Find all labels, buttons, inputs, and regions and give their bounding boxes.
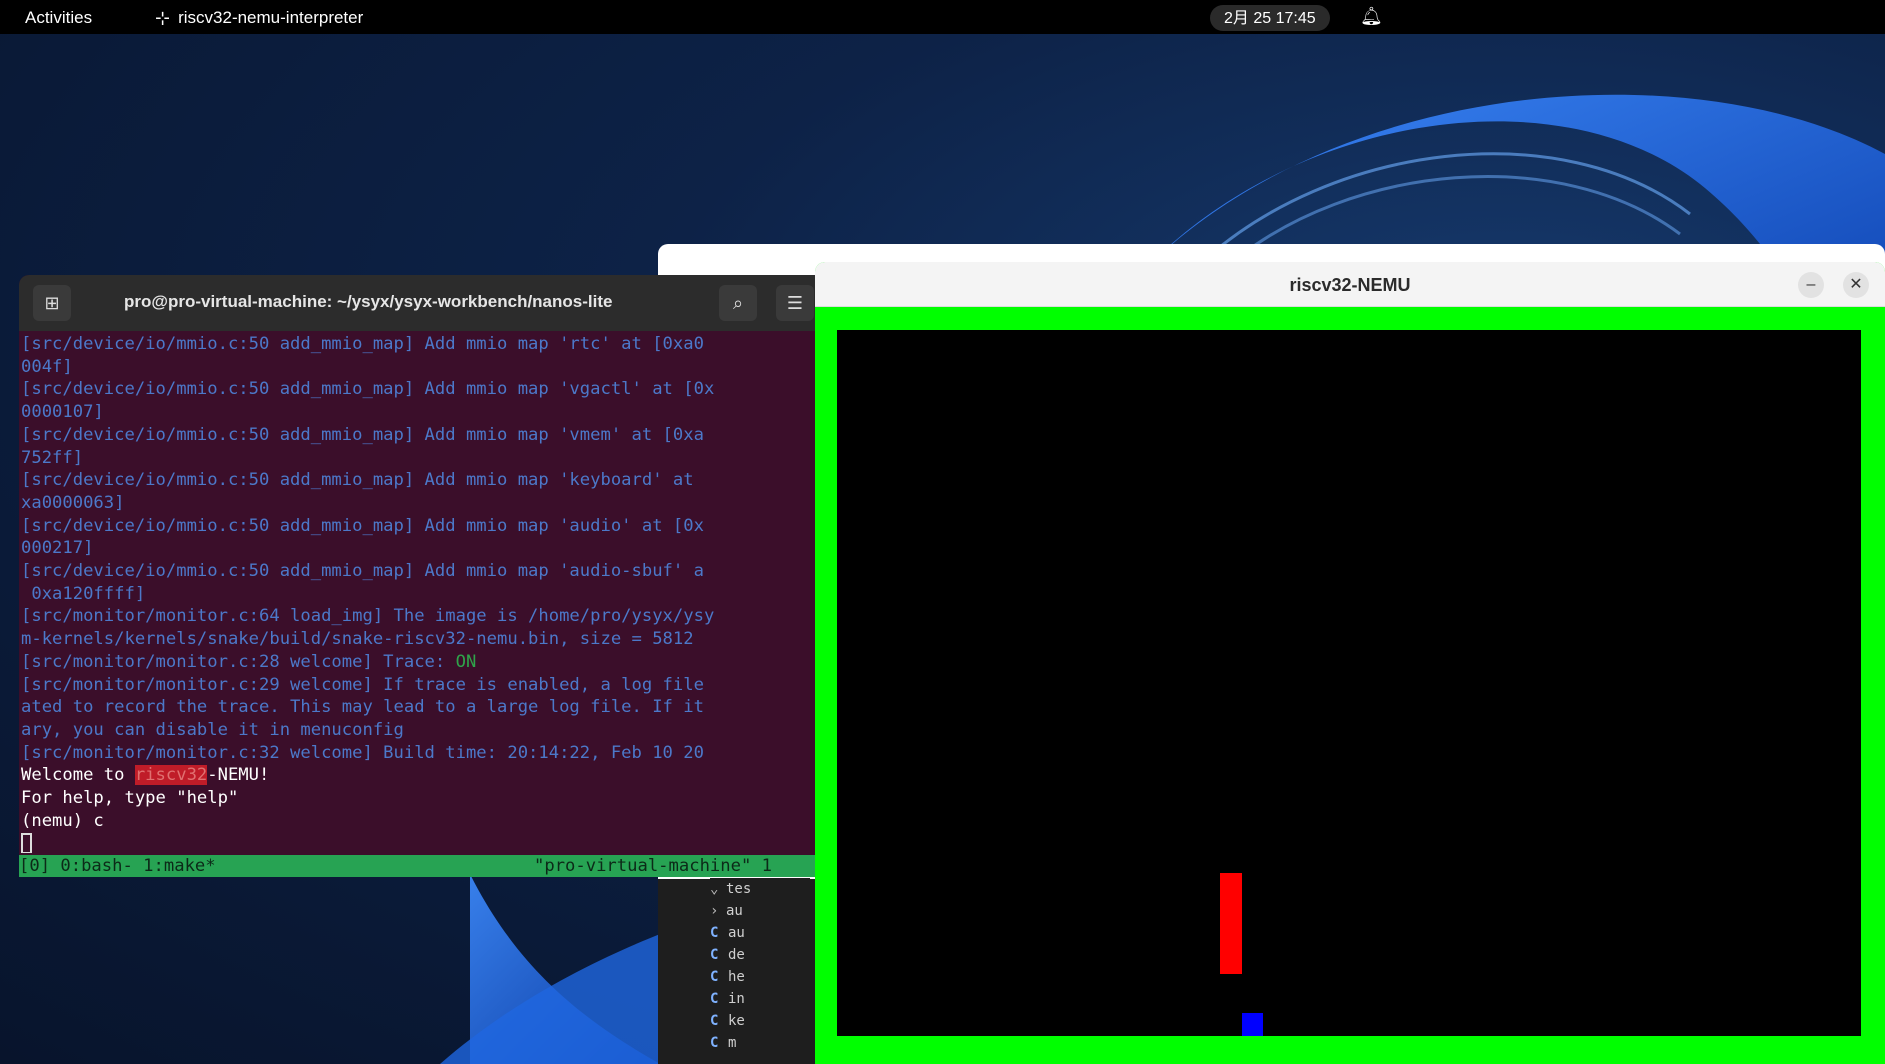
log-line: [src/monitor/monitor.c:29 welcome] If tr… (21, 674, 704, 695)
app-name: riscv32-nemu-interpreter (178, 8, 364, 27)
nemu-title: riscv32-NEMU (1289, 275, 1411, 295)
terminal-header: ⊞ pro@pro-virtual-machine: ~/ysyx/ysyx-w… (19, 275, 824, 331)
prompt-line: (nemu) c (21, 810, 104, 831)
log-line: m-kernels/kernels/snake/build/snake-risc… (21, 629, 694, 650)
file-tree[interactable]: ⌄ tes › au Cau Cde Che Cin Cke Cm (710, 878, 810, 1064)
c-file-icon: C (710, 1013, 719, 1029)
tree-row[interactable]: Cke (710, 1010, 810, 1032)
notification-bell-icon[interactable]: 🔔︎ (1360, 6, 1383, 27)
log-line: [src/device/io/mmio.c:50 add_mmio_map] A… (21, 561, 704, 582)
close-button[interactable]: ✕ (1843, 272, 1869, 298)
tree-row[interactable]: Cin (710, 988, 810, 1010)
log-line: 0000107] (21, 402, 104, 423)
terminal-window[interactable]: ⊞ pro@pro-virtual-machine: ~/ysyx/ysyx-w… (19, 275, 824, 877)
tree-row[interactable]: Che (710, 966, 810, 988)
chevron-down-icon: ⌄ (710, 881, 719, 897)
log-line: 0xa120ffff] (21, 583, 146, 604)
log-line: [src/monitor/monitor.c:64 load_img] The … (21, 606, 715, 627)
c-file-icon: C (710, 991, 719, 1007)
log-line: 000217] (21, 538, 94, 559)
c-file-icon: C (710, 925, 719, 941)
tree-row[interactable]: › au (710, 900, 810, 922)
welcome-line: Welcome to riscv32-NEMU! (21, 765, 270, 786)
search-icon[interactable]: ⌕ (719, 285, 757, 321)
activities-button[interactable]: Activities (25, 8, 92, 28)
tmux-status-bar: [0] 0:bash- 1:make* "pro-virtual-machine"… (19, 855, 824, 877)
minimize-button[interactable]: – (1798, 272, 1824, 298)
snake-body (1220, 873, 1242, 974)
app-menu[interactable]: ⊹ riscv32-nemu-interpreter (155, 8, 363, 28)
tree-row[interactable]: Cau (710, 922, 810, 944)
c-file-icon: C (710, 1035, 719, 1051)
log-line: [src/device/io/mmio.c:50 add_mmio_map] A… (21, 424, 704, 445)
help-line: For help, type "help" (21, 788, 239, 809)
c-file-icon: C (710, 947, 719, 963)
log-lines-2: [src/monitor/monitor.c:29 welcome] If tr… (21, 674, 821, 765)
tmux-windows[interactable]: [0] 0:bash- 1:make* (19, 856, 216, 876)
log-line: ary, you can disable it in menuconfig (21, 719, 404, 740)
chevron-right-icon: › (710, 903, 719, 919)
log-line: 004f] (21, 356, 73, 377)
text-cursor (21, 832, 32, 853)
log-line: 752ff] (21, 447, 84, 468)
log-line: ated to record the trace. This may lead … (21, 697, 704, 718)
tree-row[interactable]: Cde (710, 944, 810, 966)
log-line: [src/monitor/monitor.c:32 welcome] Build… (21, 742, 704, 763)
nemu-titlebar[interactable]: riscv32-NEMU – ✕ (815, 262, 1885, 307)
tree-row[interactable]: Cm (710, 1032, 810, 1054)
app-icon: ⊹ (155, 7, 171, 28)
log-lines: [src/device/io/mmio.c:50 add_mmio_map] A… (21, 333, 821, 651)
food-block (1242, 1013, 1263, 1036)
terminal-output[interactable]: [src/device/io/mmio.c:50 add_mmio_map] A… (21, 333, 821, 853)
terminal-title: pro@pro-virtual-machine: ~/ysyx/ysyx-wor… (124, 292, 613, 311)
log-line: [src/device/io/mmio.c:50 add_mmio_map] A… (21, 334, 704, 354)
nemu-window[interactable]: riscv32-NEMU – ✕ (815, 262, 1885, 1064)
log-line: [src/device/io/mmio.c:50 add_mmio_map] A… (21, 515, 704, 536)
clock[interactable]: 2月 25 17:45 (1210, 5, 1330, 31)
top-bar: Activities ⊹ riscv32-nemu-interpreter 2月… (0, 0, 1885, 34)
trace-line: [src/monitor/monitor.c:28 welcome] Trace… (21, 651, 477, 672)
arch-highlight: riscv32 (134, 765, 208, 786)
log-line: [src/device/io/mmio.c:50 add_mmio_map] A… (21, 470, 704, 491)
tmux-host: "pro-virtual-machine" 1 (534, 856, 772, 876)
log-line: [src/device/io/mmio.c:50 add_mmio_map] A… (21, 379, 715, 400)
game-screen[interactable] (837, 330, 1861, 1036)
c-file-icon: C (710, 969, 719, 985)
menu-icon[interactable]: ☰ (776, 285, 814, 321)
tree-row[interactable]: ⌄ tes (710, 878, 810, 900)
new-tab-icon[interactable]: ⊞ (33, 285, 71, 321)
trace-on: ON (455, 651, 477, 672)
log-line: xa0000063] (21, 492, 125, 513)
